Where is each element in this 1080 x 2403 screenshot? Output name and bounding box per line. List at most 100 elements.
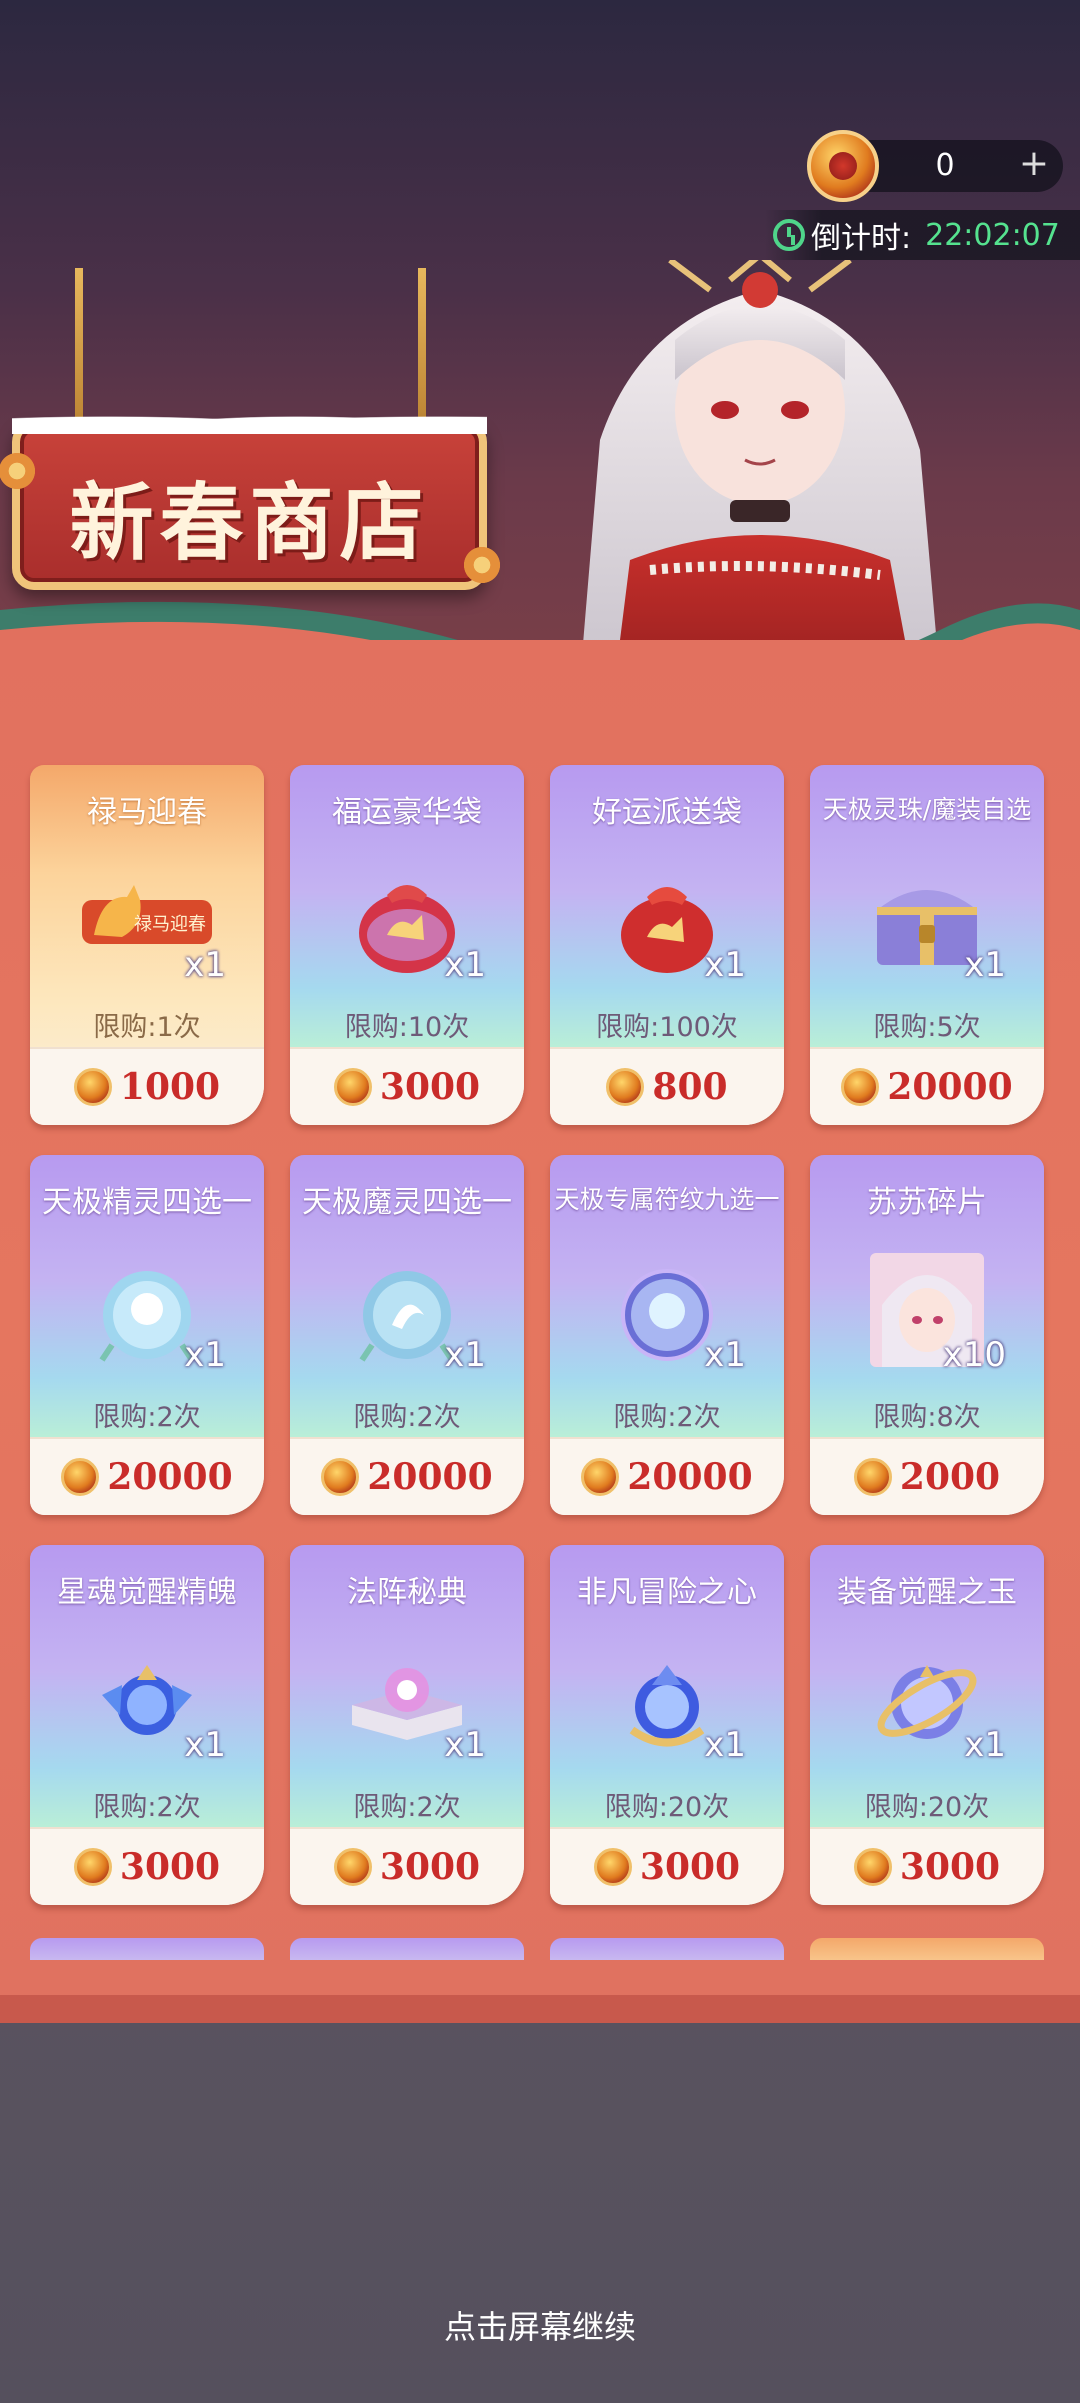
item-name: 福运豪华袋: [332, 795, 482, 830]
shop-signboard: 新春商店: [0, 404, 505, 590]
shop-item-card[interactable]: 禄马迎春 禄马迎春 x1 限购:1次 1000: [30, 765, 264, 1125]
buy-button[interactable]: 3000: [550, 1827, 784, 1905]
shop-item-card[interactable]: 福运豪华袋 x1 限购:10次 3000: [290, 765, 524, 1125]
shop-item-card[interactable]: 天极魔灵四选一 x1 限购:2次 20000: [290, 1155, 524, 1515]
item-quantity: x1: [704, 945, 746, 985]
item-quantity: x1: [964, 1725, 1006, 1765]
currency-display: 0 +: [807, 130, 1063, 202]
item-price: 2000: [899, 1456, 1001, 1498]
item-name: 天极灵珠/魔装自选: [822, 795, 1032, 824]
item-quantity: x1: [444, 1725, 486, 1765]
shop-item-card[interactable]: 非凡冒险之心 x1 限购:20次 3000: [550, 1545, 784, 1905]
shop-item-card[interactable]: 天极灵珠/魔装自选 x1 限购:5次 20000: [810, 765, 1044, 1125]
coin-icon: [853, 1848, 892, 1886]
item-price: 1000: [119, 1066, 221, 1108]
coin-icon: [73, 1068, 112, 1106]
buy-button[interactable]: 1000: [30, 1047, 264, 1125]
buy-button[interactable]: 3000: [30, 1827, 264, 1905]
panel-bottom-edge: [0, 1995, 1080, 2023]
shop-item-card-partial: [290, 1938, 524, 1960]
item-quantity: x1: [184, 1335, 226, 1375]
buy-button[interactable]: 20000: [550, 1437, 784, 1515]
countdown-label: 倒计时:: [811, 221, 912, 256]
clock-icon: [773, 219, 805, 251]
buy-button[interactable]: 20000: [290, 1437, 524, 1515]
item-name: 天极魔灵四选一: [302, 1185, 512, 1220]
coin-icon: [321, 1458, 360, 1496]
item-quantity: x1: [184, 1725, 226, 1765]
item-quantity: x1: [444, 1335, 486, 1375]
purchase-limit: 限购:5次: [873, 1012, 981, 1043]
purchase-limit: 限购:1次: [93, 1012, 201, 1043]
purchase-limit: 限购:2次: [353, 1792, 461, 1823]
shop-title: 新春商店: [69, 473, 430, 572]
shop-item-card[interactable]: 苏苏碎片 x10 限购:8次 2000: [810, 1155, 1044, 1515]
item-price: 800: [652, 1066, 728, 1108]
countdown-timer: 22:02:07: [925, 217, 1060, 253]
purchase-limit: 限购:8次: [873, 1402, 981, 1433]
item-name: 好运派送袋: [592, 795, 742, 830]
item-quantity: x1: [704, 1725, 746, 1765]
item-name: 天极专属符纹九选一: [554, 1185, 780, 1214]
coin-icon: [581, 1458, 620, 1496]
coin-icon: [606, 1068, 645, 1106]
item-name: 天极精灵四选一: [42, 1185, 252, 1220]
shop-item-card[interactable]: 星魂觉醒精魄 x1 限购:2次 3000: [30, 1545, 264, 1905]
purchase-limit: 限购:100次: [596, 1012, 738, 1043]
shop-item-card[interactable]: 法阵秘典 x1 限购:2次 3000: [290, 1545, 524, 1905]
purchase-limit: 限购:2次: [93, 1792, 201, 1823]
buy-button[interactable]: 800: [550, 1047, 784, 1125]
coin-icon: [333, 1068, 372, 1106]
shop-item-card[interactable]: 天极精灵四选一 x1 限购:2次 20000: [30, 1155, 264, 1515]
item-price: 20000: [887, 1066, 1013, 1108]
item-quantity: x1: [444, 945, 486, 985]
item-name: 禄马迎春: [87, 795, 207, 830]
shop-item-card[interactable]: 天极专属符纹九选一 x1 限购:2次 20000: [550, 1155, 784, 1515]
purchase-limit: 限购:20次: [604, 1792, 730, 1823]
purchase-limit: 限购:2次: [613, 1402, 721, 1433]
item-quantity: x1: [964, 945, 1006, 985]
buy-button[interactable]: 20000: [810, 1047, 1044, 1125]
item-price: 3000: [899, 1846, 1001, 1888]
buy-button[interactable]: 3000: [290, 1047, 524, 1125]
item-quantity: x1: [704, 1335, 746, 1375]
item-quantity: x10: [942, 1335, 1006, 1375]
buy-button[interactable]: 2000: [810, 1437, 1044, 1515]
purchase-limit: 限购:2次: [93, 1402, 201, 1433]
buy-button[interactable]: 20000: [30, 1437, 264, 1515]
coin-icon: [853, 1458, 892, 1496]
item-price: 20000: [107, 1456, 233, 1498]
shop-item-card[interactable]: 装备觉醒之玉 x1 限购:20次 3000: [810, 1545, 1044, 1905]
item-name: 非凡冒险之心: [577, 1575, 757, 1610]
item-price: 20000: [367, 1456, 493, 1498]
item-name: 装备觉醒之玉: [837, 1575, 1017, 1610]
shop-item-card-partial: [550, 1938, 784, 1960]
item-price: 3000: [379, 1846, 481, 1888]
item-price: 20000: [627, 1456, 753, 1498]
currency-amount: 0: [935, 148, 955, 183]
coin-icon: [333, 1848, 372, 1886]
coin-icon: [73, 1848, 112, 1886]
purchase-limit: 限购:20次: [864, 1792, 990, 1823]
coin-icon: [807, 130, 879, 202]
purchase-limit: 限购:2次: [353, 1402, 461, 1433]
item-price: 3000: [119, 1846, 221, 1888]
item-name: 法阵秘典: [347, 1575, 467, 1610]
tap-to-continue[interactable]: 点击屏幕继续: [0, 2302, 1080, 2348]
coin-icon: [841, 1068, 880, 1106]
shop-item-card[interactable]: 好运派送袋 x1 限购:100次 800: [550, 765, 784, 1125]
flower-icon: [459, 542, 505, 588]
coin-icon: [61, 1458, 100, 1496]
purchase-limit: 限购:10次: [344, 1012, 470, 1043]
item-name: 星魂觉醒精魄: [57, 1575, 237, 1610]
svg-text:禄马迎春: 禄马迎春: [134, 914, 206, 935]
buy-button[interactable]: 3000: [290, 1827, 524, 1905]
buy-button[interactable]: 3000: [810, 1827, 1044, 1905]
add-currency-button[interactable]: +: [1019, 144, 1049, 184]
item-price: 3000: [639, 1846, 741, 1888]
countdown-bar: 倒计时: 22:02:07: [765, 210, 1080, 260]
item-name: 苏苏碎片: [867, 1185, 987, 1220]
item-quantity: x1: [184, 945, 226, 985]
shop-item-card-partial: [810, 1938, 1044, 1960]
item-price: 3000: [379, 1066, 481, 1108]
